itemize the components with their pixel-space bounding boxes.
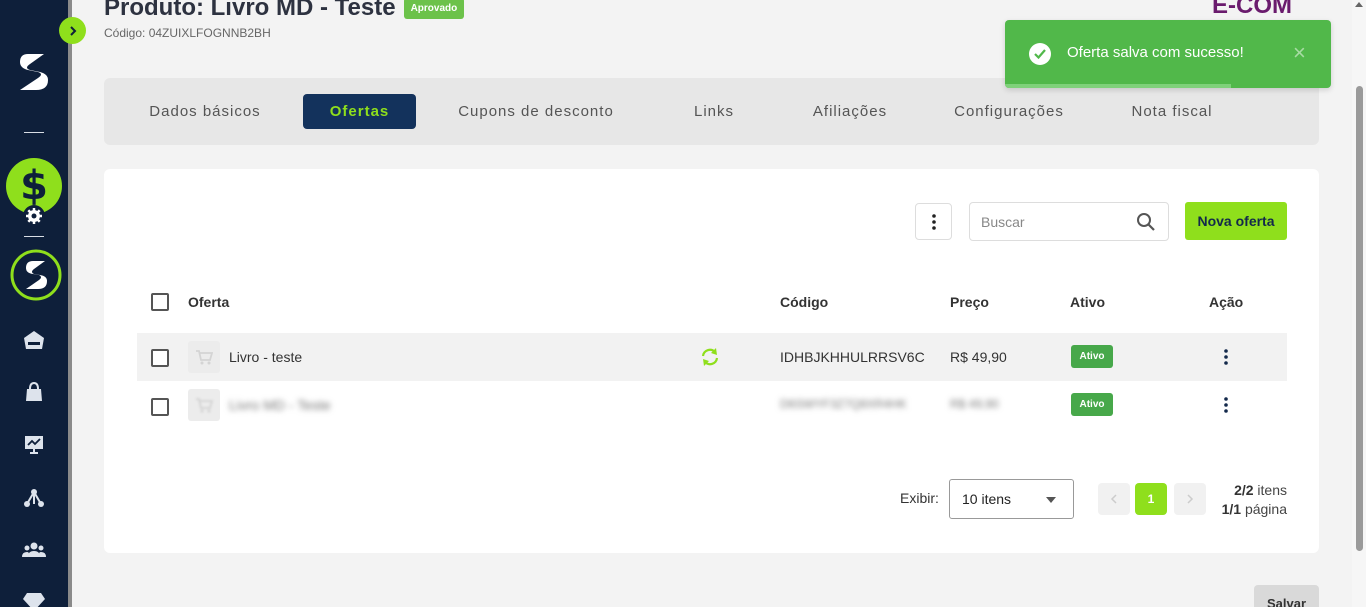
items-count-label: itens: [1257, 482, 1287, 498]
sidebar-edge: [68, 0, 72, 607]
shopping-bag-icon[interactable]: [20, 378, 48, 406]
chevron-right-icon: [69, 25, 76, 36]
search-box: [969, 202, 1169, 241]
items-per-page-value: 10 itens: [962, 491, 1012, 507]
items-count: 2/2 itens: [1234, 482, 1287, 498]
sync-icon: [699, 346, 721, 371]
pages-count: 1/1 página: [1222, 501, 1287, 517]
check-circle-icon: [1029, 43, 1051, 65]
save-button[interactable]: Salvar: [1254, 585, 1319, 607]
row-checkbox[interactable]: [151, 349, 169, 367]
table-row[interactable]: Livro - teste IDHBJKHHULRRSV6C R$ 49,90 …: [137, 333, 1287, 381]
table-row[interactable]: Livro MD - Teste D6SWYF3Z7Q8XR4HK R$ 49,…: [137, 381, 1287, 429]
toast-progress-bar: [1005, 84, 1231, 88]
row-actions-button[interactable]: [1217, 395, 1235, 415]
tabs-bar: Dados básicos Ofertas Cupons de desconto…: [104, 78, 1319, 145]
success-toast: Oferta salva com sucesso! ×: [1005, 20, 1331, 88]
users-icon[interactable]: [20, 536, 48, 564]
kebab-menu-icon: [1224, 349, 1228, 365]
tab-configuracoes[interactable]: Configurações: [944, 94, 1074, 129]
new-offer-button[interactable]: Nova oferta: [1185, 202, 1287, 240]
items-per-page-select[interactable]: 10 itens: [949, 479, 1074, 519]
presentation-chart-icon[interactable]: [20, 430, 48, 458]
scrollbar[interactable]: [1352, 0, 1366, 607]
tab-dados-basicos[interactable]: Dados básicos: [134, 94, 276, 129]
status-badge: Aprovado: [403, 0, 465, 19]
sidebar: $: [0, 0, 68, 607]
chevron-left-icon: [1110, 494, 1117, 504]
column-header-active: Ativo: [1070, 294, 1105, 310]
offer-price: R$ 49,90: [950, 349, 1007, 365]
tab-ofertas[interactable]: Ofertas: [303, 94, 416, 129]
previous-page-button[interactable]: [1098, 483, 1130, 515]
column-header-price: Preço: [950, 294, 989, 310]
page-button-current[interactable]: 1: [1135, 483, 1167, 515]
search-input[interactable]: [981, 203, 1131, 240]
sidebar-divider: [24, 236, 44, 237]
active-status-badge: Ativo: [1071, 345, 1113, 368]
show-label: Exibir:: [900, 490, 939, 506]
row-checkbox[interactable]: [151, 398, 169, 416]
offer-code: IDHBJKHHULRRSV6C: [780, 349, 925, 365]
sidebar-divider: [24, 132, 44, 133]
page-title: Produto: Livro MD - Teste: [104, 0, 396, 21]
scroll-up-icon[interactable]: [1355, 2, 1363, 7]
offer-price: R$ 49,90: [950, 397, 999, 411]
home-icon[interactable]: [20, 326, 48, 354]
kebab-menu-icon: [1224, 397, 1228, 413]
column-header-offer: Oferta: [188, 294, 230, 310]
expand-sidebar-button[interactable]: [59, 17, 86, 44]
cart-icon: [188, 389, 220, 421]
tab-links[interactable]: Links: [679, 94, 749, 129]
brand-ring-icon[interactable]: [9, 248, 63, 302]
active-status-badge: Ativo: [1071, 393, 1113, 416]
next-page-button[interactable]: [1174, 483, 1206, 515]
row-actions-button[interactable]: [1217, 347, 1235, 367]
diamond-icon[interactable]: [20, 586, 48, 607]
page-header: Produto: Livro MD - Teste Aprovado: [104, 0, 465, 22]
scrollbar-thumb[interactable]: [1356, 86, 1363, 551]
tab-afiliacoes[interactable]: Afiliações: [800, 94, 900, 129]
chevron-right-icon: [1187, 494, 1194, 504]
product-code: Código: 04ZUIXLFOGNNB2BH: [104, 26, 271, 40]
more-options-button[interactable]: [915, 203, 952, 240]
close-icon[interactable]: ×: [1293, 40, 1306, 66]
offer-code: D6SWYF3Z7Q8XR4HK: [780, 397, 907, 411]
offer-name: Livro - teste: [229, 349, 303, 365]
pages-count-value: 1/1: [1221, 501, 1242, 517]
column-header-code: Código: [780, 294, 829, 310]
tab-nota-fiscal[interactable]: Nota fiscal: [1122, 94, 1222, 129]
search-icon[interactable]: [1136, 212, 1156, 232]
tab-cupons-de-desconto[interactable]: Cupons de desconto: [448, 94, 624, 129]
brand-logo: E-COM: [1212, 0, 1292, 19]
offer-name: Livro MD - Teste: [229, 397, 331, 413]
network-icon[interactable]: [20, 484, 48, 512]
pages-count-label: página: [1244, 501, 1287, 517]
toast-message: Oferta salva com sucesso!: [1067, 44, 1244, 61]
cart-icon: [188, 341, 220, 373]
kebab-menu-icon: [931, 213, 936, 230]
offers-card: Nova oferta Oferta Código Preço Ativo Aç…: [104, 169, 1319, 553]
items-count-value: 2/2: [1234, 482, 1254, 498]
gear-icon[interactable]: [23, 205, 45, 227]
brand-logo-icon[interactable]: [14, 50, 54, 94]
caret-down-icon: [1046, 497, 1056, 503]
select-all-checkbox[interactable]: [151, 293, 169, 311]
column-header-action: Ação: [1209, 294, 1244, 310]
